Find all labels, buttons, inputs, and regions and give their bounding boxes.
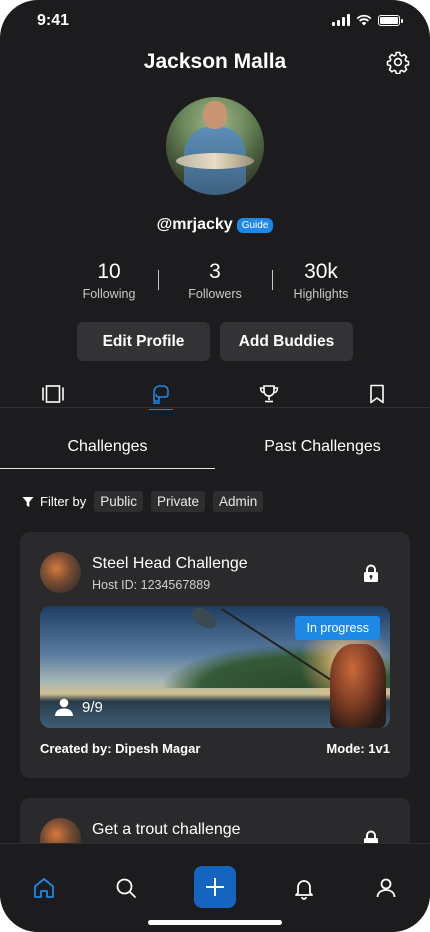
stat-following[interactable]: 10 Following — [54, 260, 164, 301]
challenge-cover-image: In progress 9/9 — [40, 606, 390, 728]
created-by: Created by: Dipesh Magar — [40, 741, 201, 756]
avatar[interactable] — [166, 97, 264, 195]
stat-label: Highlights — [293, 287, 349, 301]
battery-icon — [378, 14, 403, 26]
handle-row: @mrjacky Guide — [0, 216, 430, 234]
profile-name: Jackson Malla — [143, 50, 287, 73]
filter-chip-public[interactable]: Public — [94, 491, 144, 512]
user-icon — [376, 878, 396, 898]
bell-icon — [295, 880, 313, 900]
nav-profile[interactable] — [372, 874, 400, 902]
filter-icon — [22, 496, 34, 507]
stat-followers[interactable]: 3 Followers — [160, 260, 270, 301]
tab-saved[interactable] — [357, 380, 397, 408]
stat-value: 3 — [209, 260, 221, 283]
bookmark-icon — [370, 384, 384, 404]
divider — [272, 270, 273, 290]
filter-bar: Filter by Public Private Admin — [22, 491, 264, 512]
signal-icon — [332, 14, 350, 26]
stat-value: 30k — [304, 260, 338, 283]
tab-gallery[interactable] — [33, 380, 73, 408]
stat-label: Following — [82, 287, 136, 301]
challenge-title: Get a trout challenge — [92, 821, 241, 838]
stat-label: Followers — [188, 287, 242, 301]
lock-icon — [364, 564, 378, 582]
tab-trophies[interactable] — [249, 380, 289, 408]
challenge-title: Steel Head Challenge — [92, 555, 248, 572]
tab-past-challenges[interactable]: Past Challenges — [215, 420, 430, 468]
filter-chip-private[interactable]: Private — [151, 491, 206, 512]
gallery-icon — [42, 385, 64, 403]
challenge-card[interactable]: Steel Head Challenge Host ID: 1234567889… — [20, 532, 410, 778]
stat-value: 10 — [97, 260, 121, 283]
bottom-nav — [0, 843, 430, 932]
add-buddies-button[interactable]: Add Buddies — [220, 322, 353, 361]
divider — [0, 407, 430, 408]
plus-icon — [206, 878, 224, 896]
guide-badge: Guide — [236, 217, 274, 233]
search-icon — [116, 878, 136, 898]
status-badge: In progress — [295, 616, 380, 640]
status-bar: 9:41 — [0, 0, 430, 44]
settings-gear-icon[interactable] — [386, 50, 410, 74]
profile-stats: 10 Following 3 Followers 30k Highlights — [0, 260, 430, 304]
host-id: Host ID: 1234567889 — [92, 578, 211, 592]
home-indicator — [148, 920, 282, 925]
username: @mrjacky — [156, 216, 233, 233]
filter-label: Filter by — [40, 494, 87, 509]
edit-profile-button[interactable]: Edit Profile — [77, 322, 210, 361]
participant-count-value: 9/9 — [82, 698, 103, 716]
filter-chip-admin[interactable]: Admin — [213, 491, 264, 512]
stat-highlights[interactable]: 30k Highlights — [266, 260, 376, 301]
glove-icon — [153, 385, 169, 404]
home-icon — [34, 878, 54, 898]
tab-challenges[interactable] — [141, 380, 181, 410]
trophy-icon — [259, 385, 279, 403]
profile-screen: 9:41 Jackson Malla @mrjacky Guide 10 Fol… — [0, 0, 430, 932]
challenge-mode: Mode: 1v1 — [326, 741, 390, 756]
divider — [158, 270, 159, 290]
wifi-icon — [356, 14, 372, 26]
participant-count: 9/9 — [54, 698, 103, 716]
create-button[interactable] — [194, 866, 236, 908]
profile-tab-bar — [0, 380, 430, 410]
person-icon — [55, 698, 73, 716]
nav-search[interactable] — [112, 874, 140, 902]
tab-challenges-list[interactable]: Challenges — [0, 420, 215, 469]
nav-notifications[interactable] — [290, 874, 318, 902]
status-icons — [332, 14, 403, 26]
challenge-thumbnail — [40, 552, 81, 593]
status-time: 9:41 — [37, 12, 70, 29]
nav-home[interactable] — [30, 874, 58, 902]
